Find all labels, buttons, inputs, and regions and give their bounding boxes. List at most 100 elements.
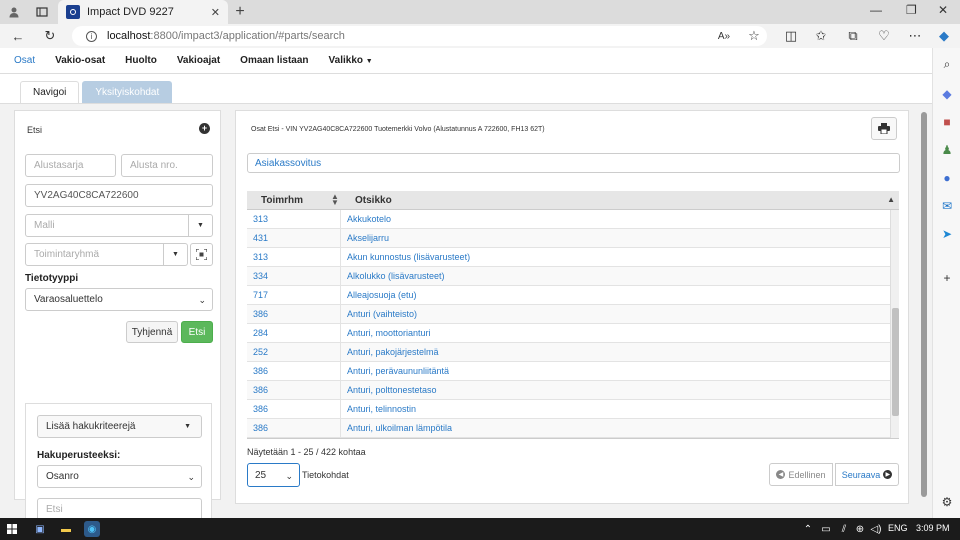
page-scrollbar[interactable] <box>919 110 929 505</box>
row-code[interactable]: 386 <box>253 366 268 376</box>
chassis-series-input[interactable]: Alustasarja <box>25 154 116 177</box>
caret-down-icon[interactable]: ▼ <box>188 215 212 236</box>
row-title[interactable]: Anturi, polttonestetaso <box>347 385 437 395</box>
table-row[interactable]: 313 Akun kunnostus (lisävarusteet) <box>247 248 890 267</box>
reload-icon[interactable]: ↻ <box>42 28 58 44</box>
row-code[interactable]: 386 <box>253 404 268 414</box>
collections-icon[interactable]: ⧉ <box>845 28 861 44</box>
language-indicator[interactable]: ENG <box>888 523 908 533</box>
customer-adaptation-field[interactable]: Asiakassovitus <box>247 153 900 173</box>
table-row[interactable]: 334 Alkolukko (lisävarusteet) <box>247 267 890 286</box>
column-header-group[interactable]: Toimrhm <box>261 195 303 206</box>
table-row[interactable]: 252 Anturi, pakojärjestelmä <box>247 343 890 362</box>
previous-page-button[interactable]: ◀ Edellinen <box>769 463 833 486</box>
app-icon[interactable]: ▣ <box>32 521 48 537</box>
model-select[interactable]: Malli ▼ <box>25 214 213 237</box>
speaker-icon[interactable]: ◁) <box>868 521 884 537</box>
file-explorer-icon[interactable]: ▬ <box>58 521 74 537</box>
vin-input[interactable]: YV2AG40C8CA722600 <box>25 184 213 207</box>
criteria-search-input[interactable]: Etsi <box>37 498 202 518</box>
next-page-button[interactable]: Seuraava ▶ <box>835 463 899 486</box>
row-code[interactable]: 386 <box>253 309 268 319</box>
nav-parts[interactable]: Osat <box>4 48 45 74</box>
shopping-icon[interactable]: ◆ <box>939 86 955 102</box>
window-close-icon[interactable]: ✕ <box>938 3 948 17</box>
row-title[interactable]: Anturi, moottorianturi <box>347 328 431 338</box>
row-title[interactable]: Anturi, perävaununliitäntä <box>347 366 449 376</box>
info-type-select[interactable]: Varaosaluettelo ⌄ <box>25 288 213 311</box>
row-code[interactable]: 334 <box>253 271 268 281</box>
new-tab-icon[interactable]: + <box>232 3 248 20</box>
row-code[interactable]: 431 <box>253 233 268 243</box>
add-criteria-button[interactable]: Lisää hakukriteerejä ▼ <box>37 415 202 438</box>
browser-tab[interactable]: Impact DVD 9227 ✕ <box>58 0 228 24</box>
row-title[interactable]: Alleajosuoja (etu) <box>347 290 417 300</box>
table-row[interactable]: 386 Anturi (vaihteisto) <box>247 305 890 324</box>
close-tab-icon[interactable]: ✕ <box>211 6 220 19</box>
more-menu-icon[interactable]: ⋯ <box>907 28 923 44</box>
caret-down-icon[interactable]: ▼ <box>163 244 187 265</box>
tools-icon[interactable]: ■ <box>939 114 955 130</box>
row-code[interactable]: 252 <box>253 347 268 357</box>
row-title[interactable]: Akun kunnostus (lisävarusteet) <box>347 252 470 262</box>
table-row[interactable]: 313 Akkukotelo <box>247 210 890 229</box>
row-code[interactable]: 284 <box>253 328 268 338</box>
globe-icon[interactable]: ⊕ <box>852 521 868 537</box>
windows-start-icon[interactable] <box>4 521 20 537</box>
browser-essentials-icon[interactable]: ♡ <box>876 28 892 44</box>
row-title[interactable]: Anturi, ulkoilman lämpötila <box>347 423 452 433</box>
search-icon[interactable]: ⌕ <box>939 56 955 72</box>
row-title[interactable]: Akkukotelo <box>347 214 391 224</box>
site-info-icon[interactable]: i <box>86 30 97 42</box>
scan-button[interactable] <box>190 243 213 266</box>
outlook-icon[interactable]: ✉ <box>939 198 955 214</box>
edge-browser-icon[interactable]: ◉ <box>84 521 100 537</box>
settings-gear-icon[interactable]: ⚙ <box>939 494 955 510</box>
table-row[interactable]: 386 Anturi, perävaununliitäntä <box>247 362 890 381</box>
row-title[interactable]: Anturi (vaihteisto) <box>347 309 417 319</box>
add-circle-icon[interactable]: + <box>199 123 210 134</box>
nav-standard-parts[interactable]: Vakio-osat <box>45 48 115 74</box>
print-button[interactable] <box>871 117 897 140</box>
add-sidebar-app-icon[interactable]: + <box>939 270 955 286</box>
page-scrollbar-thumb[interactable] <box>921 112 927 497</box>
split-screen-icon[interactable]: ◫ <box>783 28 799 44</box>
profile-icon[interactable] <box>6 4 22 20</box>
nav-own-list[interactable]: Omaan listaan <box>230 48 318 74</box>
table-row[interactable]: 386 Anturi, polttonestetaso <box>247 381 890 400</box>
microsoft-365-icon[interactable]: ● <box>939 170 955 186</box>
tab-actions-icon[interactable] <box>34 4 50 20</box>
row-code[interactable]: 313 <box>253 214 268 224</box>
row-code[interactable]: 386 <box>253 423 268 433</box>
page-size-select[interactable]: 25 ⌄ <box>247 463 300 487</box>
tab-details[interactable]: Yksityiskohdat <box>82 81 173 103</box>
table-row[interactable]: 386 Anturi, ulkoilman lämpötila <box>247 419 890 438</box>
sort-ascending-icon[interactable]: ▲ <box>887 195 895 204</box>
row-code[interactable]: 386 <box>253 385 268 395</box>
restore-icon[interactable]: ❐ <box>906 3 917 17</box>
copilot-icon[interactable]: ◆ <box>936 28 952 44</box>
network-status-icon[interactable]: ▭ <box>818 521 834 537</box>
sort-icon[interactable]: ▲ ▼ <box>331 193 339 207</box>
back-icon[interactable]: ← <box>10 28 26 44</box>
row-code[interactable]: 313 <box>253 252 268 262</box>
nav-menu[interactable]: Valikko ▼ <box>319 48 383 74</box>
clock[interactable]: 3:09 PM <box>916 523 950 533</box>
table-row[interactable]: 431 Akselijarru <box>247 229 890 248</box>
row-code[interactable]: 717 <box>253 290 268 300</box>
row-title[interactable]: Anturi, telinnostin <box>347 404 416 414</box>
row-title[interactable]: Akselijarru <box>347 233 389 243</box>
chassis-number-input[interactable]: Alusta nro. <box>121 154 213 177</box>
favorites-icon[interactable]: ✩ <box>813 28 829 44</box>
table-row[interactable]: 386 Anturi, telinnostin <box>247 400 890 419</box>
favorite-star-icon[interactable]: ☆ <box>746 28 762 44</box>
table-row[interactable]: 717 Alleajosuoja (etu) <box>247 286 890 305</box>
function-group-select[interactable]: Toimintaryhmä ▼ <box>25 243 188 266</box>
minimize-icon[interactable]: — <box>870 3 882 17</box>
read-aloud-icon[interactable]: A» <box>716 28 732 44</box>
show-hidden-icons-icon[interactable]: ⌃ <box>800 521 816 537</box>
nav-service[interactable]: Huolto <box>115 48 167 74</box>
send-icon[interactable]: ➤ <box>939 226 955 242</box>
tab-navigate[interactable]: Navigoi <box>20 81 80 103</box>
row-title[interactable]: Anturi, pakojärjestelmä <box>347 347 439 357</box>
